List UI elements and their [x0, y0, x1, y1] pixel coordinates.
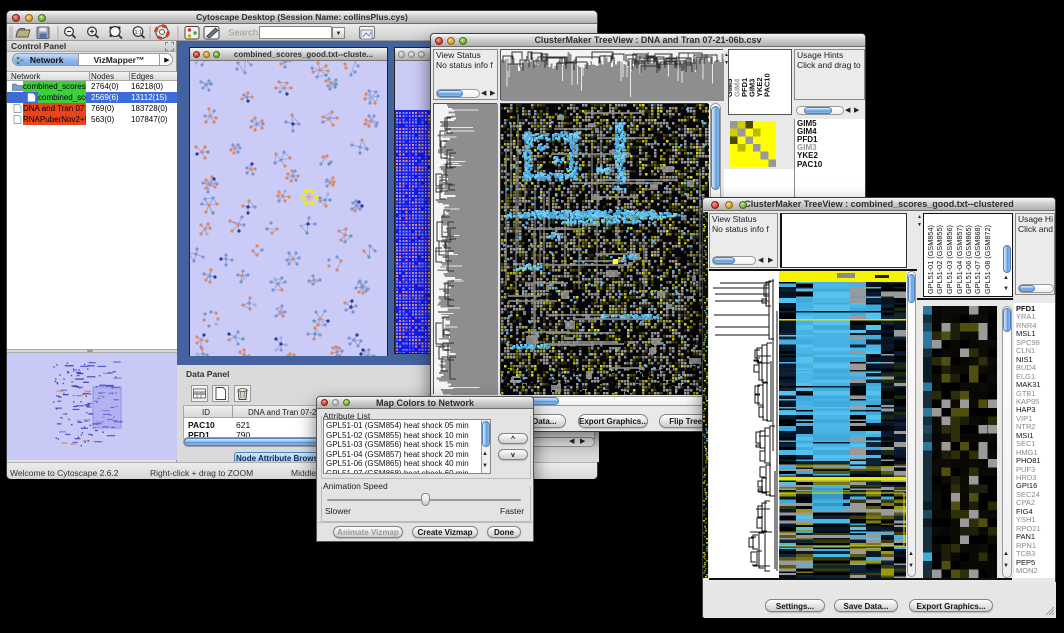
svg-text:Search:: Search:: [228, 28, 261, 39]
svg-text:1:1: 1:1: [135, 30, 143, 36]
svg-text:PAC10: PAC10: [763, 73, 772, 97]
